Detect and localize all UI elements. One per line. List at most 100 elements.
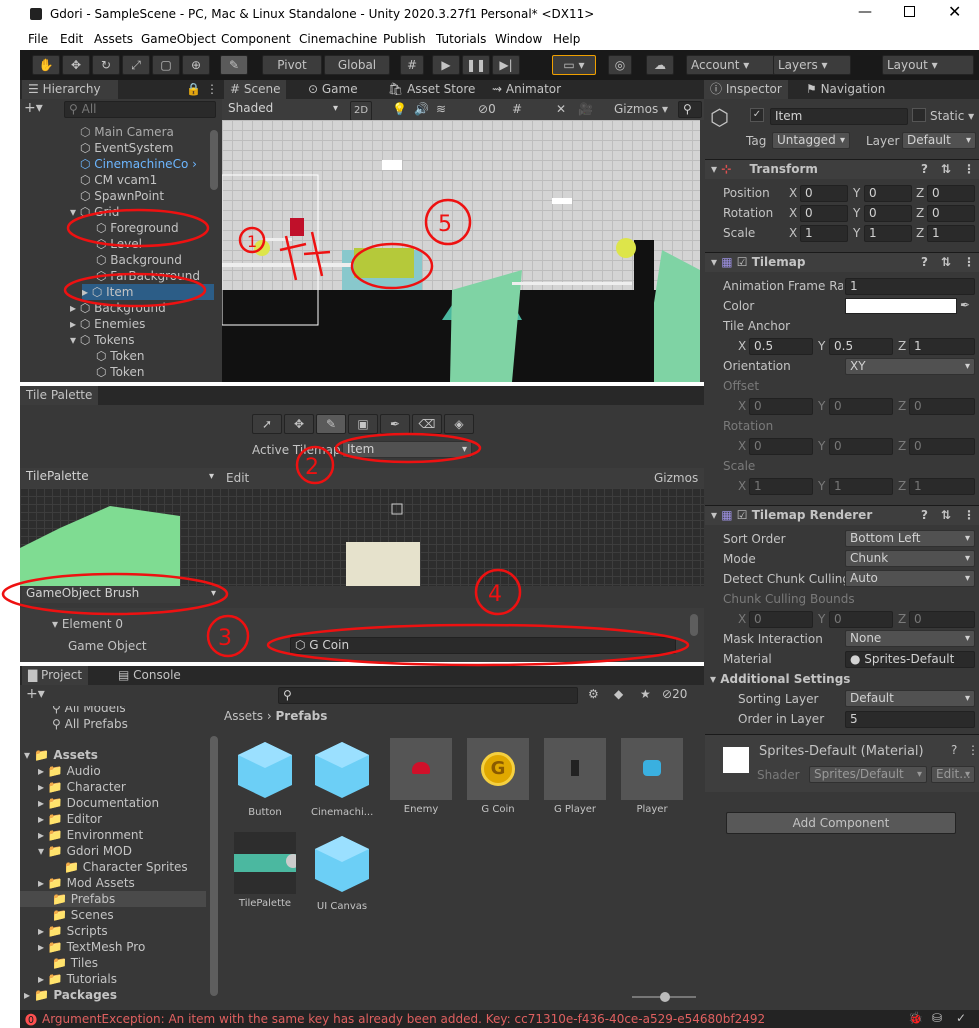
more-icon[interactable]: ⋮ [963,160,975,179]
brush-dropdown[interactable]: GameObject Brush [22,586,220,603]
settings-icon[interactable]: ⇅ [941,506,951,525]
layout-dropdown[interactable]: Layout ▾ [882,55,974,75]
hand-tool-icon[interactable]: ✋ [32,55,60,75]
check-icon[interactable]: ✓ [956,1011,966,1025]
menu-window[interactable]: Window [495,32,542,46]
active-tilemap-dropdown[interactable]: Item [342,441,472,458]
position-x[interactable]: 0 [800,185,848,202]
transform-tool-icon[interactable]: ⊕ [182,55,210,75]
menu-help[interactable]: Help [553,32,580,46]
orientation-dropdown[interactable]: XY [845,358,975,375]
tree-prefabs[interactable]: Prefabs [71,892,116,906]
tab-console[interactable]: ▤ Console [112,666,187,685]
tilemap-renderer-header[interactable]: ▾ ▦ ☑ Tilemap Renderer ? ⇅ ⋮ [705,505,979,525]
settings-icon[interactable]: ⇅ [941,253,951,272]
anchor-y[interactable]: 0.5 [829,338,893,355]
hier-item-background[interactable]: Background [110,253,182,267]
scale-y[interactable]: 1 [864,225,912,242]
maximize-icon[interactable] [904,6,915,17]
asset-player[interactable]: Player [621,738,683,815]
layer-dropdown[interactable]: Default [902,132,976,149]
tree-scripts[interactable]: Scripts [67,924,108,938]
pivot-toggle[interactable]: Pivot [262,55,322,75]
toggle-2d[interactable]: 2D [350,101,372,121]
asset-ui-canvas[interactable]: UI Canvas [311,832,373,912]
select-tool-icon[interactable]: ➚ [252,414,282,434]
color-swatch[interactable] [845,298,957,314]
more-icon[interactable]: ⋮ [967,743,979,757]
menu-assets[interactable]: Assets [94,32,133,46]
tree-editor[interactable]: Editor [67,812,103,826]
tree-tiles[interactable]: Tiles [71,956,98,970]
static-checkbox[interactable] [912,108,926,122]
palette-edit-button[interactable]: Edit [226,471,249,485]
picker-icon[interactable]: ✒ [380,414,410,434]
filter-icon[interactable]: ⚙ [588,687,599,701]
help-icon[interactable]: ? [921,506,928,525]
help-icon[interactable]: ? [921,253,928,272]
sort-order-dropdown[interactable]: Bottom Left [845,530,975,547]
more-icon[interactable]: ⋮ [963,253,975,272]
eyedropper-icon[interactable]: ✒ [960,298,970,312]
error-message[interactable]: ArgumentException: An item with the same… [42,1012,765,1026]
tab-inspector[interactable]: ⓘ Inspector [704,80,788,99]
tab-navigation[interactable]: ⚑ Navigation [800,80,891,99]
minimize-icon[interactable]: — [858,4,872,20]
star-icon[interactable]: ★ [640,687,651,701]
move-tool-icon[interactable]: ✥ [284,414,314,434]
position-z[interactable]: 0 [927,185,975,202]
tree-scenes[interactable]: Scenes [71,908,114,922]
asset-g-coin[interactable]: G G Coin [467,738,529,815]
asset-button[interactable]: Button [234,738,296,818]
snap-icon[interactable]: # [400,55,424,75]
hier-item-token-2[interactable]: Token [110,365,144,379]
rect-tool-icon[interactable]: ▢ [152,55,180,75]
tab-scene[interactable]: # Scene [224,80,287,99]
menu-file[interactable]: File [28,32,48,46]
hier-item-token[interactable]: Token [110,349,144,363]
tree-gdori-mod[interactable]: Gdori MOD [67,844,132,858]
tab-game[interactable]: ⊙ Game [302,80,364,99]
help-icon[interactable]: ? [921,160,928,179]
rotation-x[interactable]: 0 [800,205,848,222]
tree-audio[interactable]: Audio [67,764,101,778]
menu-tutorials[interactable]: Tutorials [436,32,486,46]
layers-dropdown[interactable]: Layers ▾ [773,55,851,75]
tab-project[interactable]: ▇ Project [22,666,89,685]
box-fill-icon[interactable]: ▣ [348,414,378,434]
project-search[interactable]: ⚲ [278,687,578,704]
zoom-slider[interactable] [632,992,696,1002]
menu-publish[interactable]: Publish [383,32,426,46]
tree-character[interactable]: Character [67,780,126,794]
tree-all-prefabs[interactable]: All Prefabs [65,717,128,731]
help-icon[interactable]: ? [951,743,957,757]
sorting-layer-dropdown[interactable]: Default [845,690,975,707]
tab-hierarchy[interactable]: ☰ Hierarchy [22,80,118,99]
asset-tilepalette[interactable]: TilePalette [234,832,296,909]
hier-item-farbackground[interactable]: FarBackground [110,269,200,283]
tree-packages[interactable]: Packages [53,988,117,1002]
hier-item-main-camera[interactable]: Main Camera [94,125,174,139]
label-icon[interactable]: ◆ [614,687,623,701]
material-field[interactable]: ● Sprites-Default [845,651,975,668]
effects-icon[interactable]: ≋ [436,102,446,116]
collab-icon[interactable]: ▭ ▾ [552,55,596,75]
menu-cinemachine[interactable]: Cinemachine [299,32,377,46]
custom-tool-icon[interactable]: ✎ [220,55,248,75]
hier-item-tokens[interactable]: Tokens [94,333,134,347]
detect-culling-dropdown[interactable]: Auto [845,570,975,587]
services-icon[interactable]: ◎ [608,55,632,75]
hier-item-cm-vcam1[interactable]: CM vcam1 [94,173,157,187]
renderer-enabled-checkbox[interactable]: ☑ [737,508,748,522]
asset-cinemachine[interactable]: Cinemachi... [311,738,373,818]
hier-item-level[interactable]: Level [110,237,142,251]
menu-component[interactable]: Component [221,32,291,46]
transform-header[interactable]: ▾ ⊹ Transform ? ⇅ ⋮ [705,159,979,179]
tree-environment[interactable]: Environment [67,828,144,842]
debug-icon[interactable]: 🐞 [908,1011,923,1025]
fill-icon[interactable]: ◈ [444,414,474,434]
eraser-icon[interactable]: ⌫ [412,414,442,434]
settings-icon[interactable]: ⇅ [941,160,951,179]
add-component-button[interactable]: Add Component [726,812,956,834]
close-icon[interactable]: ✕ [948,2,961,21]
